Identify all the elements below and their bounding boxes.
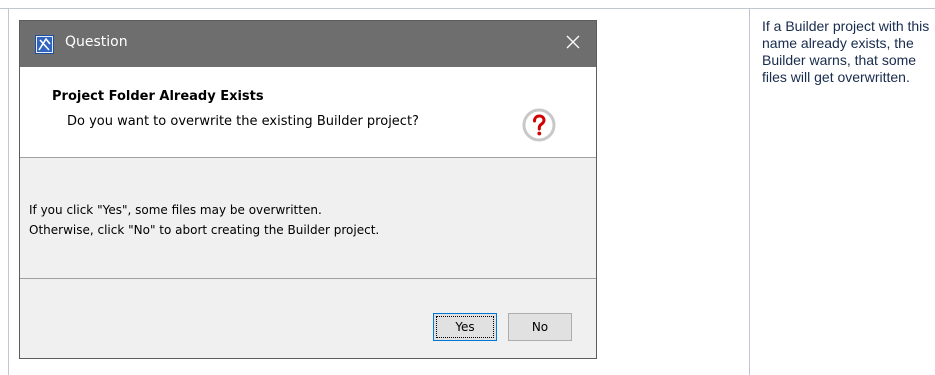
question-dialog: Question Project Folder Already Exists D… bbox=[19, 20, 597, 359]
dialog-details: If you click "Yes", some files may be ov… bbox=[20, 158, 596, 279]
close-button[interactable] bbox=[550, 21, 596, 67]
dialog-header: Project Folder Already Exists Do you wan… bbox=[20, 67, 596, 158]
dialog-title: Question bbox=[65, 34, 128, 50]
side-note: If a Builder project with this name alre… bbox=[762, 18, 930, 85]
table-border-middle bbox=[749, 8, 750, 375]
no-button[interactable]: No bbox=[508, 313, 572, 341]
details-line-2: Otherwise, click "No" to abort creating … bbox=[29, 223, 380, 237]
app-logo-icon bbox=[35, 35, 54, 54]
dialog-heading: Project Folder Already Exists bbox=[52, 89, 264, 104]
table-border-top bbox=[0, 8, 935, 9]
dialog-footer: Yes No bbox=[20, 279, 596, 358]
yes-button[interactable]: Yes bbox=[433, 313, 497, 341]
documentation-page: Question Project Folder Already Exists D… bbox=[0, 0, 935, 375]
dialog-message: Do you want to overwrite the existing Bu… bbox=[67, 114, 419, 129]
question-icon bbox=[522, 108, 556, 142]
close-icon bbox=[566, 35, 580, 54]
table-border-left bbox=[8, 8, 9, 375]
details-line-1: If you click "Yes", some files may be ov… bbox=[29, 203, 322, 217]
dialog-titlebar[interactable]: Question bbox=[20, 21, 596, 67]
